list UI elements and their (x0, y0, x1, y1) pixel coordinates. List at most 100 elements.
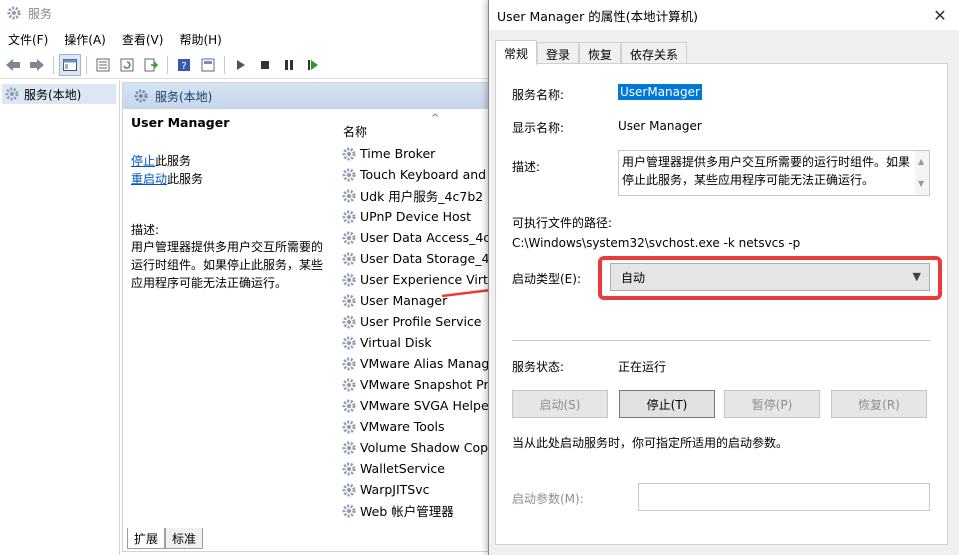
description-scrollbar[interactable]: ▲ ▼ (915, 151, 929, 195)
description-box[interactable]: 用户管理器提供多用户交互所需要的运行时组件。如果停止此服务，某些应用程序可能无法… (618, 150, 930, 196)
tree-item-services-local[interactable]: 服务(本地) (2, 84, 116, 104)
list-item[interactable]: VMware Tools (341, 416, 493, 437)
back-button[interactable] (2, 54, 24, 76)
close-button[interactable]: ✕ (929, 4, 951, 26)
list-item[interactable]: UPnP Device Host (341, 206, 493, 227)
description-label: 描述: (512, 160, 541, 174)
service-status-value: 正在运行 (618, 360, 667, 374)
list-item[interactable]: VMware SVGA Helper (341, 395, 493, 416)
menu-bar: 文件(F) 操作(A) 查看(V) 帮助(H) (0, 28, 230, 50)
resume-service-button[interactable] (302, 54, 324, 76)
tab-recovery[interactable]: 恢复 (579, 42, 622, 65)
console-tree: 服务(本地) (0, 80, 120, 555)
show-tree-button[interactable] (59, 53, 81, 76)
back-arrow-icon (6, 58, 20, 71)
service-status-label: 服务状态: (512, 360, 565, 374)
gear-icon (342, 378, 356, 391)
dialog-tabs: 常规 登录 恢复 依存关系 (495, 40, 688, 65)
list-item[interactable]: WalletService (341, 458, 493, 479)
tab-general[interactable]: 常规 (495, 40, 538, 65)
toolbar-separator (167, 55, 168, 74)
tab-dependencies[interactable]: 依存关系 (621, 42, 688, 65)
list-item[interactable]: Web 帐户管理器 (341, 500, 493, 521)
service-name: WalletService (360, 461, 445, 476)
tab-extended[interactable]: 扩展 (127, 528, 166, 549)
list-item[interactable]: WarpJITSvc (341, 479, 493, 500)
stop-icon (261, 60, 269, 69)
scroll-up-icon: ▲ (918, 157, 925, 166)
gear-icon (342, 168, 356, 181)
toolbar-separator (224, 55, 225, 74)
menu-file[interactable]: 文件(F) (0, 31, 56, 48)
list-item[interactable]: User Data Access_4c7b (341, 227, 493, 248)
column-header-name[interactable]: ^ 名称 (341, 113, 491, 139)
gear-icon (7, 6, 21, 20)
list-item[interactable]: WebClient (341, 521, 493, 524)
display-name-value[interactable]: User Manager (618, 119, 702, 133)
list-item[interactable]: Touch Keyboard and H (341, 164, 493, 185)
resume-button[interactable]: 恢复(R) (831, 390, 927, 418)
service-name: VMware Snapshot Pro (360, 377, 493, 392)
service-name-label: 服务名称: (512, 88, 565, 102)
console-tree-icon (63, 58, 77, 71)
start-button[interactable]: 启动(S) (512, 390, 608, 418)
service-name: WarpJITSvc (360, 482, 430, 497)
list-item[interactable]: Volume Shadow Copy (341, 437, 493, 458)
pause-service-button[interactable] (278, 54, 300, 76)
list-item[interactable]: Udk 用户服务_4c7b2 (341, 185, 493, 206)
dialog-title: User Manager 的属性(本地计算机) (497, 8, 698, 24)
stop-service-button[interactable] (254, 54, 276, 76)
export-icon (144, 58, 158, 71)
help-button[interactable]: ? (173, 54, 195, 76)
tab-standard[interactable]: 标准 (165, 528, 204, 549)
service-name: User Profile Service (360, 314, 482, 329)
gear-icon (342, 189, 356, 202)
tab-logon[interactable]: 登录 (537, 42, 580, 65)
gear-icon (342, 147, 356, 160)
menu-action[interactable]: 操作(A) (56, 31, 114, 48)
refresh-icon (120, 58, 134, 71)
service-name-value[interactable]: UserManager (618, 84, 702, 100)
service-name: VMware SVGA Helper (360, 398, 493, 413)
scroll-down-icon: ▼ (918, 179, 925, 188)
service-name: UPnP Device Host (360, 209, 472, 224)
export-button[interactable] (140, 54, 162, 76)
gear-icon (342, 273, 356, 286)
stop-service-link[interactable]: 停止 (131, 154, 155, 168)
gear-icon (342, 357, 356, 370)
content-header-title: 服务(本地) (155, 89, 213, 104)
start-service-button[interactable] (230, 54, 252, 76)
stop-service-suffix: 此服务 (155, 154, 192, 168)
service-name: VMware Tools (360, 419, 445, 434)
gear-icon (5, 87, 19, 101)
refresh-button[interactable] (116, 54, 138, 76)
list-item[interactable]: VMware Snapshot Pro (341, 374, 493, 395)
restart-service-link[interactable]: 重启动 (131, 172, 167, 186)
list-item[interactable]: Virtual Disk (341, 332, 493, 353)
list-item[interactable]: User Profile Service (341, 311, 493, 332)
path-label: 可执行文件的路径: (512, 216, 613, 230)
menu-view[interactable]: 查看(V) (114, 31, 172, 48)
forward-arrow-icon (30, 58, 44, 71)
column-header-label: 名称 (343, 125, 368, 139)
menu-help[interactable]: 帮助(H) (171, 31, 229, 48)
stop-button[interactable]: 停止(T) (619, 390, 715, 418)
view-tabs: 扩展 标准 (127, 528, 204, 550)
path-value: C:\Windows\system32\svchost.exe -k netsv… (512, 236, 801, 250)
snapin-button[interactable] (197, 54, 219, 76)
list-item[interactable]: VMware Alias Manage (341, 353, 493, 374)
start-params-input[interactable] (638, 483, 930, 511)
service-name: Touch Keyboard and H (360, 167, 493, 182)
service-description-panel: User Manager 停止此服务 重启动此服务 描述: 用户管理器提供多用户… (131, 115, 331, 292)
display-name-label: 显示名称: (512, 121, 565, 135)
list-item[interactable]: Time Broker (341, 143, 493, 164)
gear-icon (342, 462, 356, 475)
properties-button[interactable] (92, 54, 114, 76)
service-name: Virtual Disk (360, 335, 432, 350)
pause-button[interactable]: 暂停(P) (724, 390, 820, 418)
help-icon: ? (178, 58, 190, 72)
gear-icon (134, 89, 148, 103)
forward-button[interactable] (26, 54, 48, 76)
sort-up-icon: ^ (431, 113, 440, 124)
toolbar-separator (86, 55, 87, 74)
